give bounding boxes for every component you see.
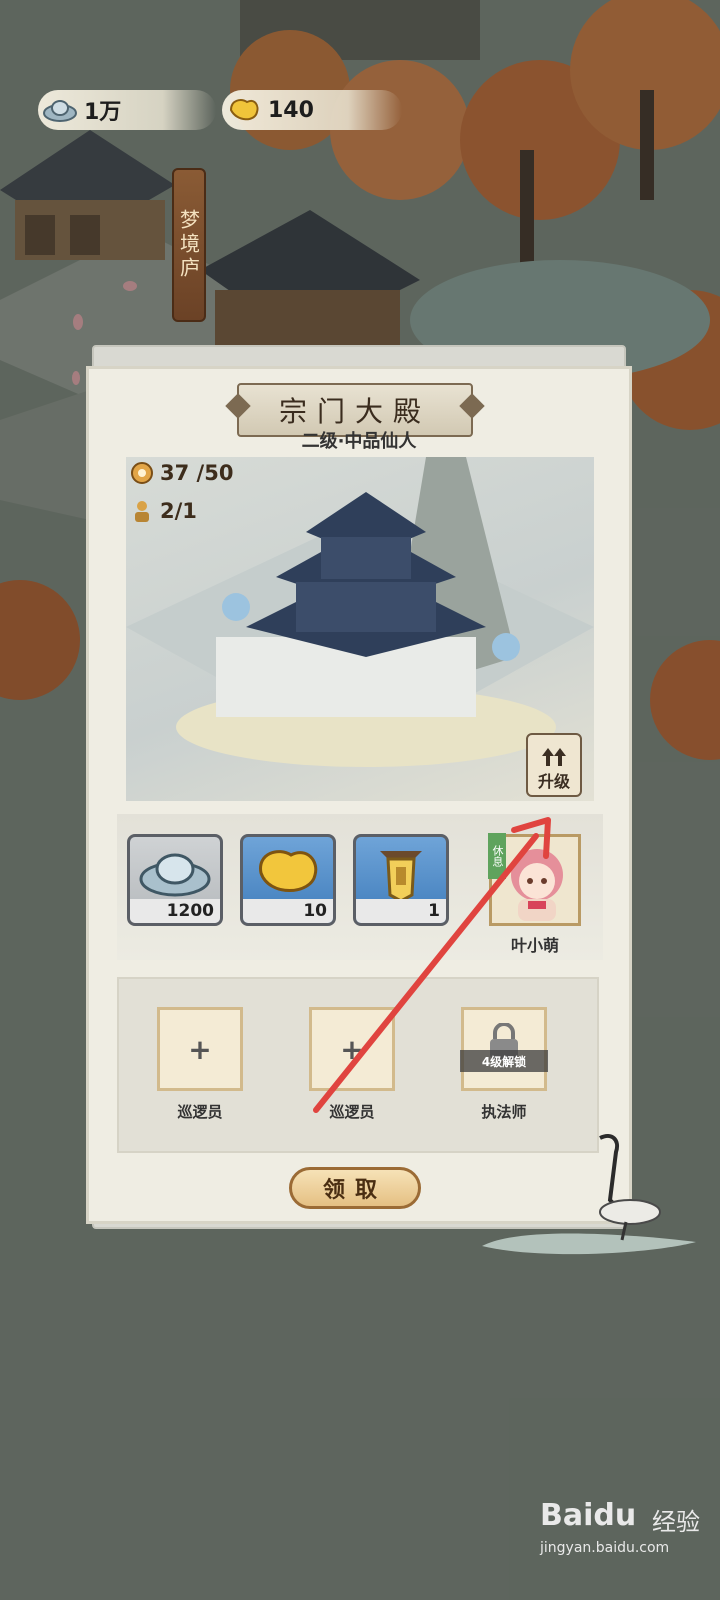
gold-amount: 140 xyxy=(268,97,314,123)
sect-emblem-icon xyxy=(131,462,153,484)
building-info-panel: 宗门大殿 二级·中品仙人 37 /50 2/1 升级 1200 10 1 休息 … xyxy=(86,366,632,1224)
slot-patrol-1[interactable]: + xyxy=(157,1007,243,1091)
resting-status-tag: 休息 xyxy=(488,833,506,879)
cost-token[interactable]: 1 xyxy=(353,834,449,926)
silver-ingot-icon xyxy=(139,853,211,897)
cost-token-count: 1 xyxy=(428,901,440,921)
slot-enforcer-label: 执法师 xyxy=(481,1103,527,1121)
baidu-jingyan-watermark: Baidu 经验 jingyan.baidu.com xyxy=(540,1490,720,1570)
silver-currency[interactable]: 1万 xyxy=(38,90,216,130)
cost-silver-count: 1200 xyxy=(166,901,214,921)
cost-gold[interactable]: 10 xyxy=(240,834,336,926)
add-icon: + xyxy=(188,1032,212,1066)
crane-decoration xyxy=(482,1133,696,1255)
add-icon: + xyxy=(340,1032,364,1066)
assigned-character-card[interactable]: 休息 xyxy=(488,833,581,926)
upgrade-cost-row: 1200 10 1 休息 叶小萌 xyxy=(117,814,603,960)
unlock-requirement: 4级解锁 xyxy=(460,1050,548,1072)
slot-enforcer-locked[interactable]: 4级解锁 xyxy=(460,1007,548,1091)
staff-slots: + 巡逻员 + 巡逻员 4级解锁 执法师 xyxy=(117,977,599,1153)
cost-gold-count: 10 xyxy=(303,901,327,921)
watermark-brand: Baidu xyxy=(540,1498,637,1533)
gold-nugget-icon xyxy=(259,850,318,892)
slot-patrol-2-label: 巡逻员 xyxy=(329,1103,375,1121)
token-icon xyxy=(380,851,422,903)
workers-stat: 2/1 xyxy=(130,499,197,523)
disciple-icon xyxy=(135,501,149,522)
claim-button[interactable]: 领取 xyxy=(289,1167,421,1209)
building-sign-dreamland[interactable]: 梦境庐 xyxy=(172,168,206,322)
capacity-stat: 37 /50 xyxy=(130,461,233,485)
upgrade-button[interactable]: 升级 xyxy=(526,733,582,797)
gold-currency[interactable]: 140 xyxy=(222,90,402,130)
upgrade-arrows-icon xyxy=(542,748,566,766)
building-illustration: 37 /50 2/1 升级 xyxy=(126,457,594,801)
slot-patrol-1-label: 巡逻员 xyxy=(177,1103,223,1121)
gold-nugget-icon xyxy=(222,90,266,130)
silver-ingot-icon xyxy=(38,90,82,130)
capacity-value: 37 /50 xyxy=(160,461,234,485)
upgrade-label: 升级 xyxy=(537,772,570,791)
workers-value: 2/1 xyxy=(160,499,197,523)
character-name: 叶小萌 xyxy=(510,936,559,955)
slot-patrol-2[interactable]: + xyxy=(309,1007,395,1091)
watermark-suffix: 经验 xyxy=(652,1508,700,1536)
watermark-url: jingyan.baidu.com xyxy=(540,1540,670,1556)
building-rank: 二级·中品仙人 xyxy=(301,431,417,452)
cost-silver[interactable]: 1200 xyxy=(127,834,223,926)
silver-amount: 1万 xyxy=(84,100,122,125)
